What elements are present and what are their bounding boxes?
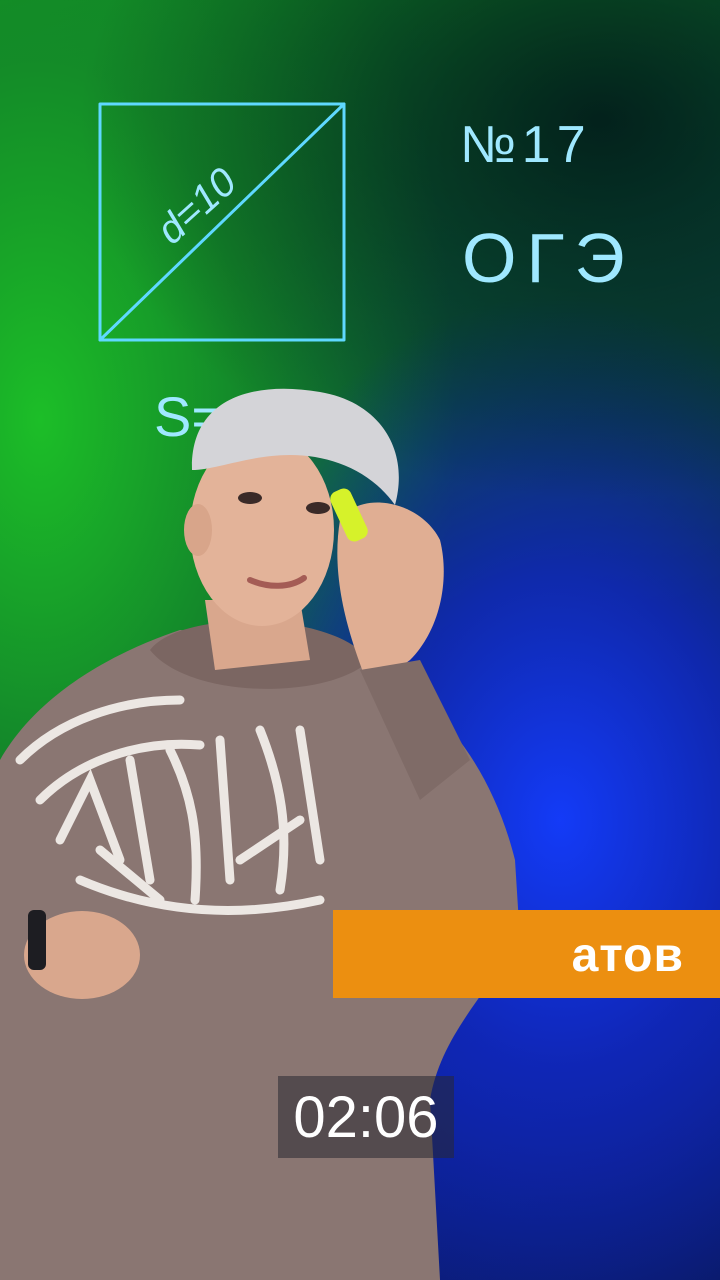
caption-banner: атов	[333, 910, 720, 998]
timer-text: 02:06	[293, 1084, 439, 1150]
video-frame[interactable]: d=10 №17 ОГЭ S=? атов 02:06	[0, 0, 720, 1280]
video-timer: 02:06	[278, 1076, 454, 1158]
caption-banner-text: атов	[571, 929, 684, 982]
